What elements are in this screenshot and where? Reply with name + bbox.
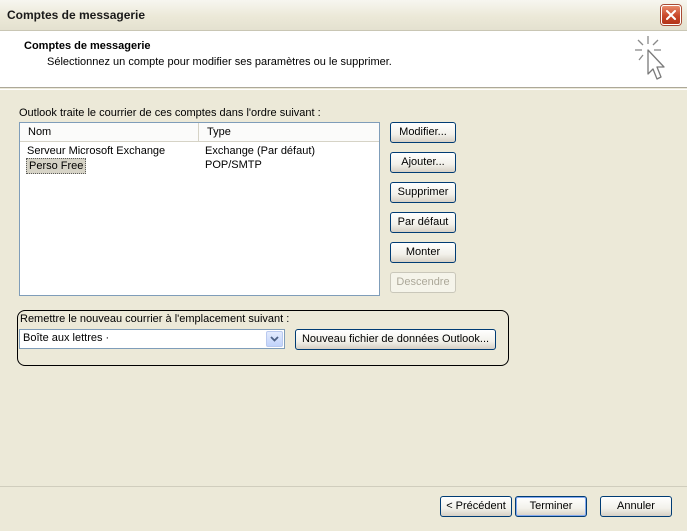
column-header-type[interactable]: Type	[199, 123, 378, 141]
delivery-location-value: Boîte aux lettres ·	[23, 332, 110, 344]
delete-button[interactable]: Supprimer	[390, 182, 456, 203]
dropdown-button[interactable]	[266, 331, 283, 347]
window-title: Comptes de messagerie	[7, 8, 146, 22]
account-type: POP/SMTP	[205, 159, 262, 171]
account-name: Perso Free	[26, 158, 87, 174]
close-button[interactable]	[661, 5, 681, 25]
add-button[interactable]: Ajouter...	[390, 152, 456, 173]
list-item[interactable]: Perso Free POP/SMTP	[20, 158, 379, 174]
move-down-button[interactable]: Descendre	[390, 272, 456, 293]
header-subtitle: Sélectionnez un compte pour modifier ses…	[47, 56, 392, 68]
new-data-file-button[interactable]: Nouveau fichier de données Outlook...	[295, 329, 496, 350]
account-name: Serveur Microsoft Exchange	[27, 145, 166, 157]
accounts-caption: Outlook traite le courrier de ces compte…	[19, 107, 321, 119]
header-divider	[0, 89, 687, 90]
footer-divider	[0, 486, 687, 487]
header-title: Comptes de messagerie	[24, 40, 151, 52]
set-default-button[interactable]: Par défaut	[390, 212, 456, 233]
delivery-caption: Remettre le nouveau courrier à l'emplace…	[20, 313, 290, 325]
column-header-name[interactable]: Nom	[20, 123, 199, 141]
accounts-list[interactable]: Nom Type Serveur Microsoft Exchange Exch…	[19, 122, 380, 296]
finish-button[interactable]: Terminer	[515, 496, 587, 517]
email-accounts-dialog: Comptes de messagerie Comptes de message…	[0, 0, 687, 531]
move-up-button[interactable]: Monter	[390, 242, 456, 263]
list-item[interactable]: Serveur Microsoft Exchange Exchange (Par…	[20, 144, 379, 158]
cancel-button[interactable]: Annuler	[600, 496, 672, 517]
back-button[interactable]: < Précédent	[440, 496, 512, 517]
chevron-down-icon	[270, 336, 279, 342]
cursor-sparkle-icon	[635, 36, 665, 80]
wizard-header: Comptes de messagerie Sélectionnez un co…	[0, 31, 687, 88]
title-bar[interactable]: Comptes de messagerie	[0, 0, 687, 31]
account-type: Exchange (Par défaut)	[205, 145, 316, 157]
close-icon	[666, 10, 676, 20]
delivery-location-select[interactable]: Boîte aux lettres ·	[19, 329, 285, 349]
list-header: Nom Type	[20, 123, 379, 142]
modify-button[interactable]: Modifier...	[390, 122, 456, 143]
